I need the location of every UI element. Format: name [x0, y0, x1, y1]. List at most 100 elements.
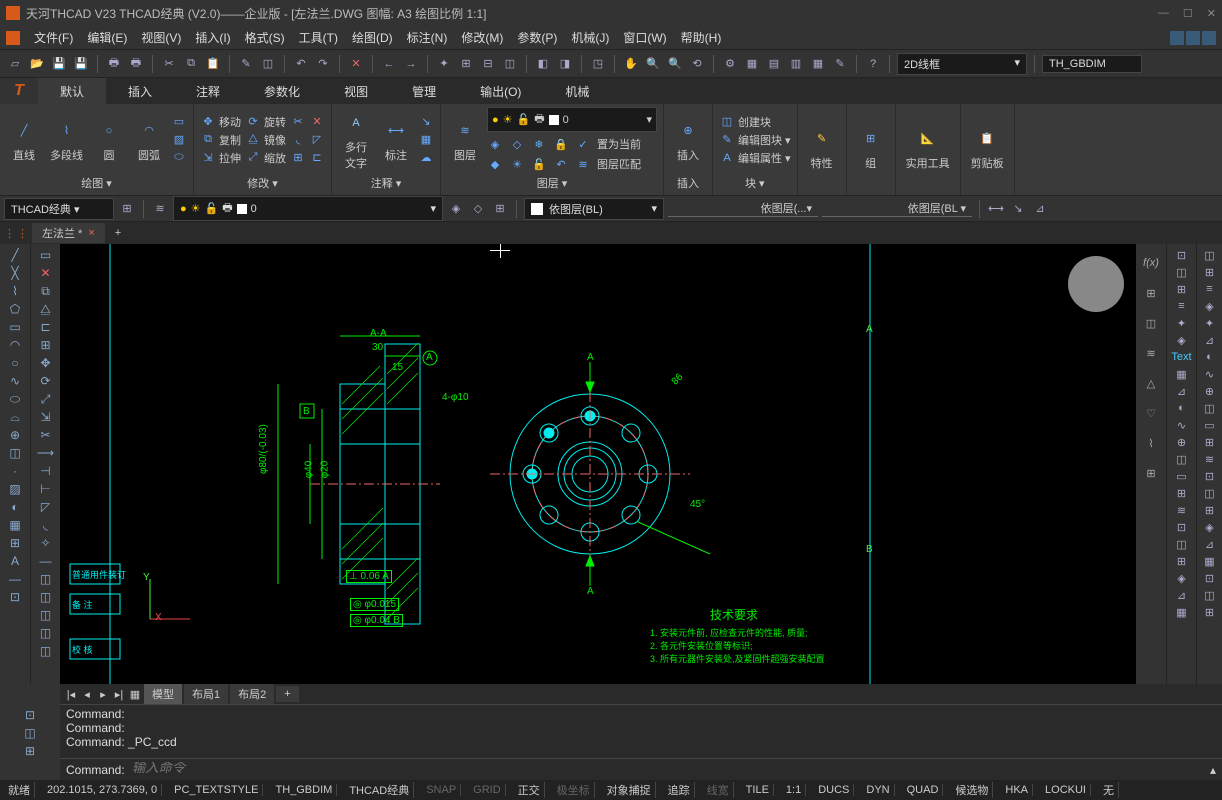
dim-button[interactable]: ⟷标注	[378, 115, 414, 165]
lm-offset-icon[interactable]: ⊏	[37, 320, 55, 334]
r2-18-icon[interactable]: ◫	[1173, 537, 1191, 551]
r2-10-icon[interactable]: ◐	[1173, 401, 1191, 415]
lt-spline-icon[interactable]: ∿	[6, 374, 24, 388]
ribbon-logo[interactable]: T	[0, 78, 38, 104]
layout-list-icon[interactable]: ▦	[128, 688, 142, 701]
drawing-canvas[interactable]: A-A 30 15 4-φ10 φ40 φ20 φ80/(-0.03) ⊥ 0.…	[60, 244, 1136, 684]
polyline-button[interactable]: ⌇多段线	[46, 115, 87, 165]
status-scale[interactable]: 1:1	[782, 784, 806, 796]
lt-point-icon[interactable]: ·	[6, 464, 24, 478]
r2-16-icon[interactable]: ≋	[1173, 503, 1191, 517]
new-doc-tab[interactable]: +	[107, 225, 129, 241]
status-tile[interactable]: TILE	[742, 784, 774, 796]
r2-2-icon[interactable]: ◫	[1173, 265, 1191, 279]
lm-d-icon[interactable]: ◫	[37, 626, 55, 640]
r3-5-icon[interactable]: ✦	[1201, 316, 1219, 330]
lm-join-icon[interactable]: ⊢	[37, 482, 55, 496]
status-textstyle[interactable]: PC_TEXTSTYLE	[170, 784, 263, 796]
r2-17-icon[interactable]: ⊡	[1173, 520, 1191, 534]
tool-f-icon[interactable]: ◨	[556, 55, 574, 73]
hatch-icon[interactable]: ▨	[171, 132, 187, 148]
leader-icon[interactable]: ↘	[418, 114, 434, 130]
clipboard-button[interactable]: 📋剪贴板	[967, 123, 1008, 173]
r2-7-icon[interactable]: Text	[1173, 350, 1191, 364]
lt-xline-icon[interactable]: ╳	[6, 266, 24, 280]
lm-stretch-icon[interactable]: ⇲	[37, 410, 55, 424]
lm-break-icon[interactable]: ⊣	[37, 464, 55, 478]
r2-13-icon[interactable]: ◫	[1173, 452, 1191, 466]
layer-on-icon[interactable]: ◆	[487, 156, 503, 172]
dim-a-icon[interactable]: ⟷	[987, 200, 1005, 218]
offset-icon[interactable]: ⊏	[309, 150, 325, 166]
layer-combo-2[interactable]: ●☀🔓🖶 0▾	[173, 196, 443, 221]
rv-helix-icon[interactable]: ⌇	[1140, 432, 1162, 454]
extend-icon[interactable]: ✕	[309, 114, 325, 130]
menu-file[interactable]: 文件(F)	[34, 29, 73, 46]
layout-last-icon[interactable]: ▸|	[112, 688, 126, 701]
lt-line-icon[interactable]: ╱	[6, 248, 24, 262]
lm-a-icon[interactable]: ◫	[37, 572, 55, 586]
tool-d-icon[interactable]: ◫	[501, 55, 519, 73]
layout-first-icon[interactable]: |◂	[64, 688, 78, 701]
lt-b-icon[interactable]: ◇	[469, 200, 487, 218]
ribbon-tab-output[interactable]: 输出(O)	[458, 78, 543, 104]
r3-18-icon[interactable]: ⊿	[1201, 537, 1219, 551]
menu-window[interactable]: 窗口(W)	[623, 29, 666, 46]
r2-8-icon[interactable]: ▦	[1173, 367, 1191, 381]
orbit-icon[interactable]: ⟲	[688, 55, 706, 73]
layout-prev-icon[interactable]: ◂	[80, 688, 94, 701]
r3-15-icon[interactable]: ◫	[1201, 486, 1219, 500]
plot-icon[interactable]: 🖶	[127, 55, 145, 73]
redo-icon[interactable]: ↷	[314, 55, 332, 73]
bl-1-icon[interactable]: ⊡	[21, 708, 39, 722]
cube-icon[interactable]: ◳	[589, 55, 607, 73]
r3-16-icon[interactable]: ⊞	[1201, 503, 1219, 517]
r2-14-icon[interactable]: ▭	[1173, 469, 1191, 483]
mtext-button[interactable]: A多行 文字	[338, 107, 374, 173]
lt-polygon-icon[interactable]: ⬠	[6, 302, 24, 316]
ellipse-icon[interactable]: ⬭	[171, 150, 187, 166]
command-line[interactable]: Command: ▴	[60, 758, 1222, 780]
layer-lock-icon[interactable]: 🔒	[553, 136, 569, 152]
group-button[interactable]: ⊞组	[853, 123, 889, 173]
lm-sel-icon[interactable]: ▭	[37, 248, 55, 262]
panel-icon[interactable]: ▦	[743, 55, 761, 73]
dimstyle-dropdown[interactable]: TH_GBDIM	[1042, 55, 1142, 73]
r2-21-icon[interactable]: ⊿	[1173, 588, 1191, 602]
r2-9-icon[interactable]: ⊿	[1173, 384, 1191, 398]
rv-warn-icon[interactable]: △	[1140, 372, 1162, 394]
status-track[interactable]: 追踪	[664, 782, 695, 798]
mdi-min-icon[interactable]	[1170, 31, 1184, 45]
status-none[interactable]: 无	[1099, 782, 1119, 798]
save-icon[interactable]: 💾	[50, 55, 68, 73]
help-icon[interactable]: ?	[864, 55, 882, 73]
open-icon[interactable]: 📂	[28, 55, 46, 73]
lt-grad-icon[interactable]: ◐	[6, 500, 24, 514]
ws-grid-icon[interactable]: ⊞	[118, 200, 136, 218]
r2-15-icon[interactable]: ⊞	[1173, 486, 1191, 500]
menu-mech[interactable]: 机械(J)	[571, 29, 609, 46]
lm-rotate-icon[interactable]: ⟳	[37, 374, 55, 388]
make-block-button[interactable]: ◫创建块	[719, 114, 791, 130]
rv-1-icon[interactable]: ⊞	[1140, 282, 1162, 304]
layer-cur-icon[interactable]: ✓	[575, 136, 591, 152]
menu-tools[interactable]: 工具(T)	[299, 29, 338, 46]
rect-icon[interactable]: ▭	[171, 114, 187, 130]
cloud-icon[interactable]: ☁	[418, 150, 434, 166]
r2-22-icon[interactable]: ▦	[1173, 605, 1191, 619]
doc-tabs-overflow-icon[interactable]: ⋮⋮	[4, 227, 30, 240]
stretch-icon[interactable]: ⇲	[200, 150, 216, 166]
tool-c-icon[interactable]: ⊟	[479, 55, 497, 73]
tool-b-icon[interactable]: ⊞	[457, 55, 475, 73]
copy-icon2[interactable]: ⧉	[200, 132, 216, 148]
command-input[interactable]	[132, 762, 1210, 777]
r3-11-icon[interactable]: ▭	[1201, 418, 1219, 432]
menu-edit[interactable]: 编辑(E)	[87, 29, 127, 46]
layer-match-icon[interactable]: ≋	[575, 156, 591, 172]
tool-e-icon[interactable]: ◧	[534, 55, 552, 73]
mirror-icon[interactable]: ⧋	[245, 132, 261, 148]
r2-11-icon[interactable]: ∿	[1173, 418, 1191, 432]
r3-4-icon[interactable]: ◈	[1201, 299, 1219, 313]
r3-17-icon[interactable]: ◈	[1201, 520, 1219, 534]
rv-cube-icon[interactable]: ◫	[1140, 312, 1162, 334]
